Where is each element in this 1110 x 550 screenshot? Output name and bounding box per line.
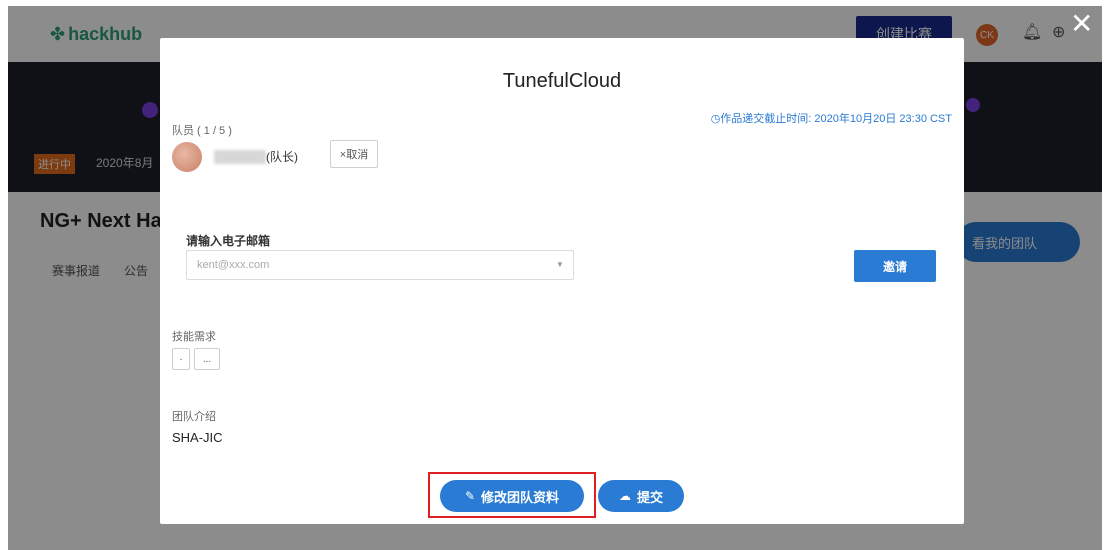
chevron-down-icon[interactable]: ▼ bbox=[556, 260, 564, 269]
skill-tag[interactable]: ... bbox=[194, 348, 220, 370]
submit-button[interactable]: ☁ 提交 bbox=[598, 480, 684, 512]
member-avatar bbox=[172, 142, 202, 172]
team-name-title: TunefulCloud bbox=[502, 70, 622, 92]
submit-button-label: 提交 bbox=[636, 489, 663, 505]
team-modal: TunefulCloud ◷作品递交截止时间: 2020年10月20日 23:3… bbox=[160, 38, 964, 524]
member-name-redacted bbox=[214, 150, 266, 164]
cloud-upload-icon: ☁ bbox=[618, 489, 631, 503]
skill-tag[interactable]: · bbox=[172, 348, 190, 370]
member-role: (队长) bbox=[266, 150, 298, 164]
skills-label: 技能需求 bbox=[172, 331, 216, 343]
edit-team-profile-button[interactable]: ✎ 修改团队资料 bbox=[440, 480, 584, 512]
invite-button[interactable]: 邀请 bbox=[854, 250, 936, 282]
email-label: 请输入电子邮箱 bbox=[186, 234, 271, 248]
submission-deadline: ◷作品递交截止时间: 2020年10月20日 23:30 CST bbox=[711, 110, 952, 126]
edit-button-label: 修改团队资料 bbox=[481, 489, 560, 505]
deadline-text: 作品递交截止时间: 2020年10月20日 23:30 CST bbox=[720, 113, 952, 125]
clock-icon: ◷ bbox=[710, 113, 721, 125]
cancel-member-button[interactable]: ×取消 bbox=[330, 140, 378, 168]
team-intro-text: SHA-JIC bbox=[172, 430, 223, 445]
email-field[interactable] bbox=[186, 250, 574, 280]
pencil-icon: ✎ bbox=[464, 489, 476, 503]
members-label: 队员 ( 1 / 5 ) bbox=[172, 125, 232, 137]
team-intro-label: 团队介绍 bbox=[172, 411, 216, 423]
close-icon[interactable]: ✕ bbox=[1070, 10, 1093, 38]
app-frame: ✤ hackhub 创建比赛 CK 🔔︎ ⊕ 进行中 2020年8月 NG+ Ne… bbox=[8, 6, 1102, 550]
